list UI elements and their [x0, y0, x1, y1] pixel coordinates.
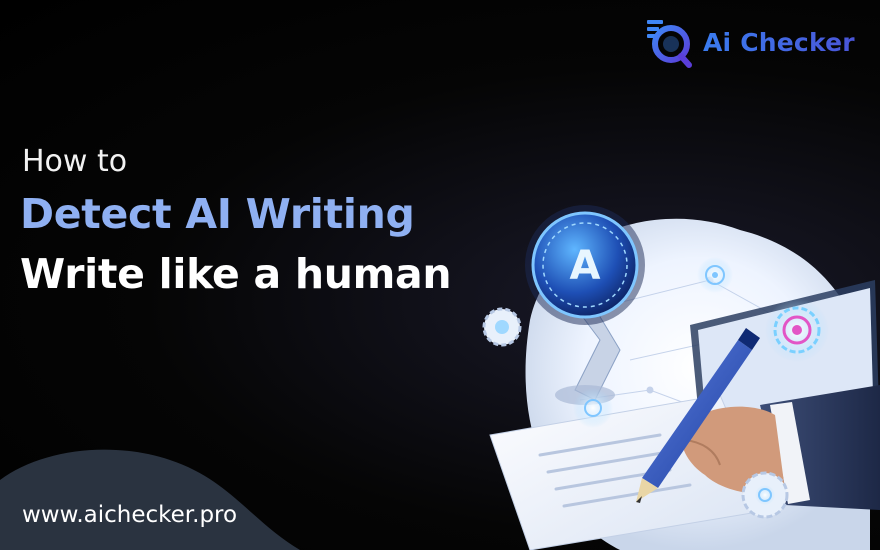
- website-url[interactable]: www.aichecker.pro: [22, 502, 237, 528]
- gear-icon-bottom: [741, 471, 789, 519]
- ai-detection-illustration: A: [482, 205, 880, 550]
- target-icon: [765, 298, 829, 362]
- document-magnifier-icon: [645, 16, 693, 68]
- headline-primary: Detect AI Writing: [20, 190, 415, 238]
- scan-glow-icon: [573, 388, 613, 428]
- banner: Ai Checker How to Detect AI Writing Writ…: [0, 0, 880, 550]
- footer-wave: [0, 449, 300, 550]
- svg-text:A: A: [570, 243, 601, 289]
- headline-secondary: Write like a human: [20, 250, 452, 298]
- headline-eyebrow: How to: [22, 144, 128, 179]
- smiley-target-icon: [697, 257, 733, 293]
- ai-letter-badge-icon: A: [525, 205, 645, 325]
- brand-logo[interactable]: Ai Checker: [645, 16, 855, 68]
- gear-icon: [482, 307, 522, 347]
- brand-name: Ai Checker: [703, 27, 855, 57]
